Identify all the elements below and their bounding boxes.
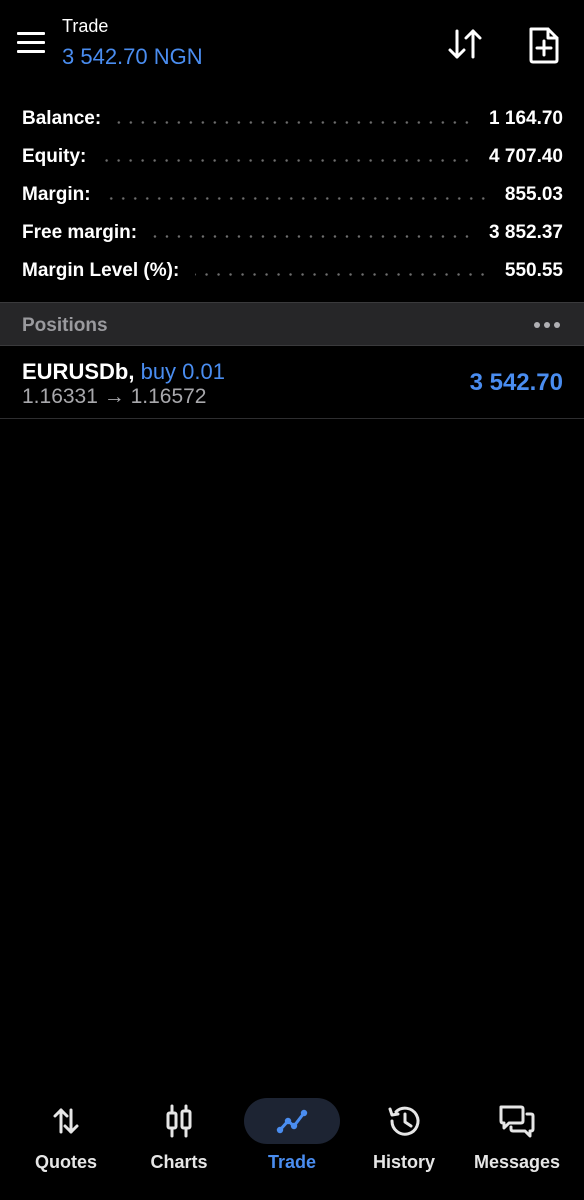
- summary-label: Margin:: [22, 184, 91, 205]
- summary-row-free-margin: Free margin: 3 852.37: [22, 214, 563, 252]
- summary-label: Equity:: [22, 146, 87, 167]
- menu-icon[interactable]: [14, 28, 48, 58]
- nav-item-charts[interactable]: Charts: [124, 1090, 234, 1190]
- messages-icon: [497, 1102, 537, 1140]
- nav-item-quotes[interactable]: Quotes: [11, 1090, 121, 1190]
- nav-label: Messages: [473, 1152, 561, 1172]
- positions-section-header: Positions: [0, 302, 584, 346]
- nav-item-trade[interactable]: Trade: [237, 1090, 347, 1190]
- position-prices: 1.16331 → 1.16572: [22, 385, 207, 408]
- position-profit: 3 542.70: [469, 369, 563, 396]
- position-header: EURUSDb, buy 0.01: [22, 359, 225, 385]
- dotted-leader: [153, 234, 474, 238]
- profit-summary: 3 542.70 NGN: [62, 44, 203, 69]
- positions-title: Positions: [22, 315, 108, 336]
- dotted-leader: [106, 196, 489, 200]
- charts-icon: [159, 1102, 199, 1140]
- page-title: Trade: [62, 16, 109, 36]
- summary-label: Free margin:: [22, 222, 138, 243]
- app-header: Trade 3 542.70 NGN: [0, 0, 584, 92]
- position-type: buy 0.01: [140, 359, 225, 384]
- summary-row-margin-level: Margin Level (%): 550.55: [22, 252, 563, 290]
- summary-row-balance: Balance: 1 164.70: [22, 100, 563, 138]
- nav-item-messages[interactable]: Messages: [462, 1090, 572, 1190]
- quotes-icon: [46, 1102, 86, 1140]
- summary-value: 1 164.70: [489, 108, 563, 129]
- new-order-icon[interactable]: [524, 24, 564, 66]
- summary-label: Margin Level (%):: [22, 260, 180, 281]
- summary-row-margin: Margin: 855.03: [22, 176, 563, 214]
- dotted-leader: [117, 120, 474, 124]
- trade-icon: [272, 1102, 312, 1140]
- position-symbol: EURUSDb,: [22, 359, 135, 384]
- nav-label: Quotes: [34, 1152, 97, 1172]
- history-icon: [384, 1102, 424, 1140]
- nav-label: History: [372, 1152, 435, 1172]
- nav-item-history[interactable]: History: [349, 1090, 459, 1190]
- sort-icon[interactable]: [444, 24, 486, 66]
- summary-value: 550.55: [504, 260, 563, 281]
- more-options-icon[interactable]: [532, 317, 562, 333]
- dotted-leader: [195, 272, 489, 276]
- nav-label: Trade: [267, 1152, 317, 1172]
- summary-value: 855.03: [504, 184, 563, 205]
- dotted-leader: [102, 158, 474, 162]
- summary-value: 3 852.37: [489, 222, 563, 243]
- bottom-navigation: Quotes Charts Trade History Messages: [0, 1090, 584, 1200]
- nav-label: Charts: [150, 1152, 208, 1172]
- summary-value: 4 707.40: [489, 146, 563, 167]
- position-row[interactable]: EURUSDb, buy 0.01 1.16331 → 1.16572 3 54…: [0, 347, 584, 419]
- summary-label: Balance:: [22, 108, 102, 129]
- summary-row-equity: Equity: 4 707.40: [22, 138, 563, 176]
